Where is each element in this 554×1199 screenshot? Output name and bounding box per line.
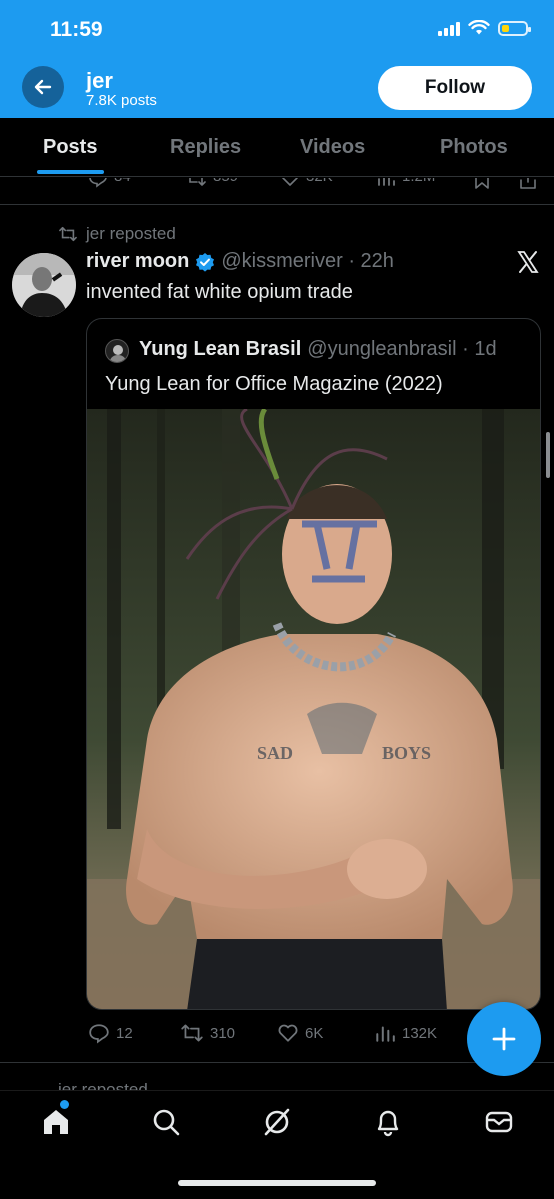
mail-icon (485, 1111, 513, 1133)
arrow-left-icon (34, 79, 52, 95)
tab-photos[interactable]: Photos (440, 136, 508, 159)
author-handle-time: @kissmeriver · 22h (221, 250, 394, 272)
repost-icon (181, 1024, 203, 1042)
signal-icon (438, 20, 460, 36)
nav-search[interactable] (150, 1106, 182, 1138)
tab-videos[interactable]: Videos (300, 136, 365, 159)
nav-home[interactable] (40, 1106, 72, 1138)
reply-icon (89, 1024, 109, 1044)
plus-icon (492, 1027, 516, 1051)
reply-action[interactable]: 12 (88, 1022, 133, 1044)
author-name[interactable]: river moon (86, 250, 189, 273)
svg-text:BOYS: BOYS (382, 743, 431, 763)
quote-text: Yung Lean for Office Magazine (2022) (105, 373, 443, 395)
quoted-post[interactable]: Yung Lean Brasil @yungleanbrasil · 1d Yu… (86, 318, 541, 1010)
tab-replies[interactable]: Replies (170, 136, 241, 159)
verified-badge-icon (196, 252, 215, 272)
post-author-line: river moon @kissmeriver · 22h (86, 250, 394, 273)
status-icons (438, 20, 531, 36)
views-action[interactable]: 132K (374, 1022, 437, 1044)
repost-action[interactable]: 310 (180, 1022, 235, 1044)
post-divider (0, 204, 554, 205)
wifi-icon (468, 20, 490, 35)
repost-label: jer reposted (86, 224, 176, 243)
nav-notifications[interactable] (372, 1106, 404, 1138)
profile-name: jer (86, 68, 113, 93)
tabs-divider (0, 176, 554, 177)
scrollbar[interactable] (546, 432, 550, 478)
repost-icon (59, 226, 77, 242)
status-time: 11:59 (50, 18, 103, 41)
nav-grok[interactable] (261, 1106, 293, 1138)
post-text: invented fat white opium trade (86, 281, 353, 303)
views-icon (376, 1026, 395, 1042)
home-icon (44, 1110, 68, 1134)
quote-author-line: Yung Lean Brasil @yungleanbrasil · 1d (139, 338, 497, 361)
bell-icon (377, 1110, 399, 1137)
views-count: 132K (402, 1024, 438, 1042)
quote-author-handle-time: @yungleanbrasil · 1d (307, 338, 497, 360)
home-notification-dot (60, 1100, 69, 1109)
tab-posts[interactable]: Posts (43, 136, 97, 159)
like-count: 6K (305, 1024, 324, 1042)
nav-messages[interactable] (483, 1106, 515, 1138)
post-divider (0, 1062, 554, 1063)
quote-photo[interactable]: SAD BOYS (87, 409, 541, 1010)
avatar-photo (12, 253, 76, 317)
battery-icon (498, 20, 531, 36)
heart-icon (278, 1024, 298, 1042)
home-indicator (178, 1180, 376, 1186)
repost-count: 310 (210, 1024, 236, 1042)
repost-context[interactable]: jer reposted (58, 224, 176, 244)
back-button[interactable] (22, 66, 64, 108)
x-logo-icon (516, 250, 540, 279)
svg-text:SAD: SAD (257, 743, 293, 763)
reply-count: 12 (116, 1024, 133, 1042)
follow-button[interactable]: Follow (378, 66, 532, 110)
compose-post-button[interactable] (467, 1002, 541, 1076)
author-avatar[interactable] (12, 253, 76, 317)
quote-author-avatar (105, 339, 129, 363)
like-action[interactable]: 6K (277, 1022, 323, 1044)
active-tab-indicator (37, 170, 104, 174)
profile-tabs: Posts Replies Videos Photos (0, 118, 554, 176)
grok-icon (264, 1108, 290, 1136)
search-icon (153, 1109, 180, 1136)
profile-post-count: 7.8K posts (86, 92, 157, 109)
quote-author-name: Yung Lean Brasil (139, 338, 302, 360)
